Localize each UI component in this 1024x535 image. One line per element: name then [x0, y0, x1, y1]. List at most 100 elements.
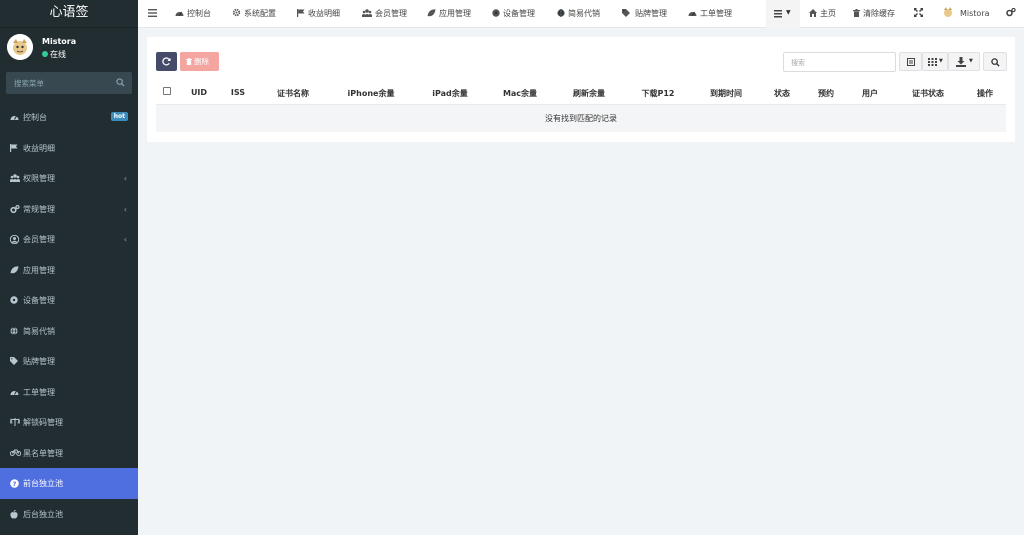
user-menu[interactable]: Mistora — [941, 0, 990, 28]
top-nav-label: 简易代销 — [568, 9, 600, 18]
column-header[interactable]: 到期时间 — [696, 88, 756, 99]
gear-icon — [232, 1, 241, 28]
top-nav-item-1[interactable]: 系统配置 — [232, 0, 276, 28]
chevron-left-icon: ‹ — [123, 174, 127, 183]
sidebar-item-13[interactable]: 后台独立池 — [0, 499, 138, 530]
search-icon — [991, 58, 1000, 67]
top-nav-item-4[interactable]: 应用管理 — [427, 0, 471, 28]
top-nav-item-2[interactable]: 收益明细 — [297, 0, 340, 28]
home-link[interactable]: 主页 — [809, 0, 836, 28]
cogs-icon — [1006, 8, 1016, 17]
sidebar-search-input[interactable]: 搜索菜单 — [6, 72, 132, 94]
sidebar-item-7[interactable]: 简易代销 — [0, 316, 138, 347]
top-nav-label: 工单管理 — [700, 9, 732, 18]
top-nav-label: 收益明细 — [308, 9, 340, 18]
column-header[interactable]: 操作 — [955, 88, 1015, 99]
fullscreen-button[interactable] — [914, 0, 926, 28]
cogs-icon — [10, 204, 20, 214]
top-nav-item-5[interactable]: 设备管理 — [492, 0, 535, 28]
sidebar: 心语签 Mistora 在线 搜索菜单 控制台 hot 收益明细 权限管理 ‹ 常规管理 ‹… — [0, 0, 138, 535]
sidebar-item-4[interactable]: 会员管理 ‹ — [0, 224, 138, 255]
top-nav-item-7[interactable]: 贴牌管理 — [622, 0, 667, 28]
top-nav-item-0[interactable]: 控制台 — [175, 0, 211, 28]
top-nav-label: 控制台 — [187, 9, 211, 18]
avatar[interactable] — [7, 34, 33, 60]
top-nav-item-6[interactable]: 简易代销 — [557, 0, 600, 28]
sidebar-item-label: 前台独立池 — [23, 479, 63, 488]
top-navbar: 控制台 系统配置 收益明细 会员管理 应用管理 设备管理 简易代销 贴牌管理 工单管理 ▼ 主页… — [138, 0, 1024, 28]
sidebar-item-label: 权限管理 — [23, 174, 55, 183]
column-header[interactable]: ISS — [208, 88, 268, 97]
caret-down-icon: ▼ — [969, 58, 973, 64]
column-header[interactable]: 证书名称 — [263, 88, 323, 99]
dashboard-icon — [10, 113, 19, 122]
list-icon — [774, 10, 782, 18]
download-icon — [956, 57, 966, 67]
content-panel: 删除 搜索 ▼ ▼ UID ISS 证书名称 iPhone余量 iPad余量 Mac余量刷… — [147, 37, 1015, 142]
layout-toggle-button[interactable]: ▼ — [766, 0, 800, 28]
sidebar-item-2[interactable]: 权限管理 ‹ — [0, 163, 138, 194]
column-header[interactable]: 证书状态 — [898, 88, 958, 99]
top-nav-label: 贴牌管理 — [635, 9, 667, 18]
grid-icon — [928, 58, 937, 66]
advanced-search-button[interactable] — [983, 52, 1007, 71]
toggle-view-button[interactable] — [899, 52, 922, 71]
table-search-input[interactable]: 搜索 — [783, 52, 896, 72]
sidebar-item-0[interactable]: 控制台 hot — [0, 102, 138, 133]
sidebar-item-label: 设备管理 — [23, 296, 55, 305]
column-header[interactable]: 下载P12 — [628, 88, 688, 99]
column-header[interactable]: Mac余量 — [490, 88, 550, 99]
settings-button[interactable] — [1006, 0, 1019, 28]
clear-cache-button[interactable]: 清除缓存 — [853, 0, 895, 28]
flag-icon — [10, 143, 19, 153]
tags-icon — [622, 1, 632, 28]
sidebar-item-3[interactable]: 常规管理 ‹ — [0, 194, 138, 225]
chevron-left-icon: ‹ — [123, 235, 127, 244]
hamburger-icon — [148, 9, 157, 17]
sidebar-item-label: 后台独立池 — [23, 509, 63, 519]
top-nav-item-3[interactable]: 会员管理 — [361, 0, 407, 28]
sidebar-item-6[interactable]: 设备管理 — [0, 285, 138, 316]
delete-button[interactable]: 删除 — [180, 52, 219, 71]
sidebar-item-label: 贴牌管理 — [23, 357, 55, 366]
sidebar-item-label: 应用管理 — [23, 265, 55, 275]
dashboard-icon — [10, 388, 19, 397]
delete-label: 删除 — [194, 57, 209, 66]
flag-icon — [297, 1, 305, 28]
sidebar-item-11[interactable]: 黑名单管理 — [0, 438, 138, 469]
trash-icon — [853, 9, 860, 17]
sidebar-item-12[interactable]: ? 前台独立池 — [0, 468, 138, 499]
sidebar-item-5[interactable]: 应用管理 — [0, 255, 138, 286]
sidebar-item-label: 解锁码管理 — [23, 418, 63, 427]
sidebar-item-10[interactable]: 解锁码管理 — [0, 407, 138, 438]
sidebar-item-1[interactable]: 收益明细 — [0, 133, 138, 164]
columns-button[interactable]: ▼ — [922, 52, 948, 71]
question-circle-icon: ? — [10, 479, 19, 488]
sidebar-item-label: 常规管理 — [23, 204, 55, 214]
user-status: 在线 — [42, 49, 66, 60]
refresh-button[interactable] — [156, 52, 177, 71]
caret-down-icon: ▼ — [786, 9, 791, 16]
hot-badge: hot — [110, 112, 128, 121]
sidebar-toggle-button[interactable] — [148, 0, 160, 28]
sidebar-item-9[interactable]: 工单管理 — [0, 377, 138, 408]
column-header[interactable]: iPad余量 — [420, 88, 480, 99]
caret-down-icon: ▼ — [939, 58, 943, 64]
user-name: Mistora — [42, 37, 77, 46]
export-button[interactable]: ▼ — [948, 52, 980, 71]
leaf-icon — [10, 265, 19, 275]
column-header[interactable]: 用户 — [840, 88, 900, 99]
refresh-icon — [162, 57, 171, 66]
sidebar-item-8[interactable]: 贴牌管理 — [0, 346, 138, 377]
expand-icon — [914, 8, 923, 17]
sidebar-menu: 控制台 hot 收益明细 权限管理 ‹ 常规管理 ‹ 会员管理 ‹ 应用管理 设备管理 简易代销 贴牌管… — [0, 102, 138, 529]
top-nav-item-8[interactable]: 工单管理 — [688, 0, 732, 28]
top-nav-label: 应用管理 — [439, 9, 471, 18]
search-icon[interactable] — [116, 78, 125, 89]
users-icon — [9, 174, 21, 183]
app-logo[interactable]: 心语签 — [0, 0, 138, 28]
user-avatar-icon — [941, 5, 955, 19]
bicycle-icon — [9, 449, 22, 458]
column-header[interactable]: iPhone余量 — [341, 88, 401, 99]
column-header[interactable]: 刷新余量 — [559, 88, 619, 99]
